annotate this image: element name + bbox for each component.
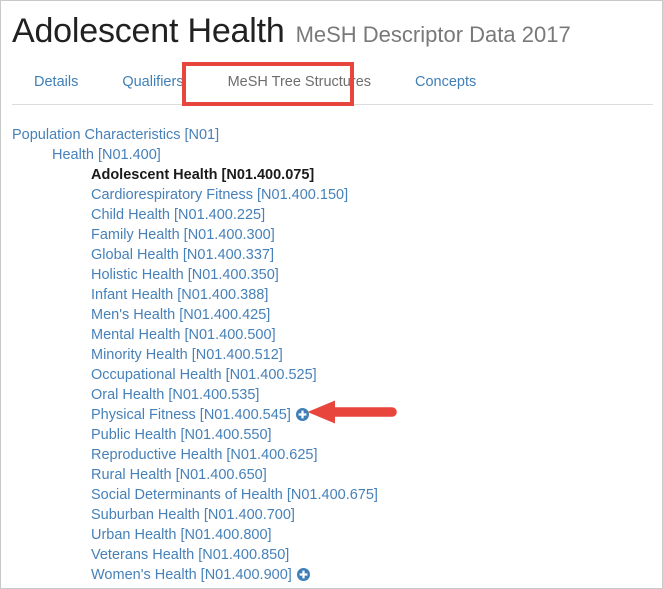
tree-item-label[interactable]: Reproductive Health [N01.400.625] xyxy=(91,447,318,463)
tree-item-label[interactable]: Infant Health [N01.400.388] xyxy=(91,287,268,303)
tree-item-current: Adolescent Health [N01.400.075] xyxy=(1,165,663,185)
tab-concepts[interactable]: Concepts xyxy=(393,65,498,101)
tree-item: Family Health [N01.400.300] xyxy=(1,225,663,245)
tree-item: Holistic Health [N01.400.350] xyxy=(1,265,663,285)
tree-item-label[interactable]: Public Health [N01.400.550] xyxy=(91,427,272,443)
tree-item-label[interactable]: Urban Health [N01.400.800] xyxy=(91,527,272,543)
tab-qualifiers[interactable]: Qualifiers xyxy=(100,65,205,101)
tree-item-label[interactable]: Global Health [N01.400.337] xyxy=(91,247,274,263)
tree-item: Oral Health [N01.400.535] xyxy=(1,385,663,405)
mesh-descriptor-page: Adolescent Health MeSH Descriptor Data 2… xyxy=(0,0,663,589)
tree-item: Cardiorespiratory Fitness [N01.400.150] xyxy=(1,185,663,205)
tree-item: Rural Health [N01.400.650] xyxy=(1,465,663,485)
tree-item-label[interactable]: Family Health [N01.400.300] xyxy=(91,227,275,243)
tree-item: Global Health [N01.400.337] xyxy=(1,245,663,265)
tree-item-label[interactable]: Rural Health [N01.400.650] xyxy=(91,467,267,483)
tree-item-label[interactable]: Child Health [N01.400.225] xyxy=(91,207,265,223)
tree-item: Occupational Health [N01.400.525] xyxy=(1,365,663,385)
tree-item-label[interactable]: Health [N01.400] xyxy=(52,147,161,163)
plus-circle-icon[interactable] xyxy=(296,408,309,421)
tree-item-label[interactable]: Women's Health [N01.400.900] xyxy=(91,567,292,583)
tree-item: Public Health [N01.400.550] xyxy=(1,425,663,445)
tab-bar-divider xyxy=(12,104,653,105)
page-header: Adolescent Health MeSH Descriptor Data 2… xyxy=(12,11,652,57)
tree-item-label[interactable]: Veterans Health [N01.400.850] xyxy=(91,547,289,563)
tree-item: Urban Health [N01.400.800] xyxy=(1,525,663,545)
tree-item-label: Adolescent Health [N01.400.075] xyxy=(91,167,314,183)
tree-item: Reproductive Health [N01.400.625] xyxy=(1,445,663,465)
tree-item: Infant Health [N01.400.388] xyxy=(1,285,663,305)
tree-item: Minority Health [N01.400.512] xyxy=(1,345,663,365)
tab-mesh-tree-structures[interactable]: MeSH Tree Structures xyxy=(206,65,393,101)
mesh-tree-structure-list: Population Characteristics [N01] Health [… xyxy=(1,125,663,585)
page-title: Adolescent Health xyxy=(12,11,285,51)
tree-item: Men's Health [N01.400.425] xyxy=(1,305,663,325)
tree-item: Mental Health [N01.400.500] xyxy=(1,325,663,345)
tree-item-label[interactable]: Men's Health [N01.400.425] xyxy=(91,307,270,323)
tree-item-label[interactable]: Physical Fitness [N01.400.545] xyxy=(91,407,291,423)
tree-item-label[interactable]: Social Determinants of Health [N01.400.6… xyxy=(91,487,378,503)
plus-circle-icon[interactable] xyxy=(297,568,310,581)
tree-item-label[interactable]: Oral Health [N01.400.535] xyxy=(91,387,259,403)
tree-item: Child Health [N01.400.225] xyxy=(1,205,663,225)
tree-item-label[interactable]: Minority Health [N01.400.512] xyxy=(91,347,283,363)
tree-item-label[interactable]: Cardiorespiratory Fitness [N01.400.150] xyxy=(91,187,348,203)
tree-item: Physical Fitness [N01.400.545] xyxy=(1,405,663,425)
tab-bar: DetailsQualifiersMeSH Tree StructuresCon… xyxy=(12,65,498,103)
tree-item: Social Determinants of Health [N01.400.6… xyxy=(1,485,663,505)
tree-item-label[interactable]: Holistic Health [N01.400.350] xyxy=(91,267,279,283)
tree-item-label[interactable]: Mental Health [N01.400.500] xyxy=(91,327,276,343)
tab-details[interactable]: Details xyxy=(12,65,100,101)
tree-item: Suburban Health [N01.400.700] xyxy=(1,505,663,525)
tree-item-label[interactable]: Occupational Health [N01.400.525] xyxy=(91,367,317,383)
tree-item-label[interactable]: Suburban Health [N01.400.700] xyxy=(91,507,295,523)
tree-item: Women's Health [N01.400.900] xyxy=(1,565,663,585)
tree-item: Population Characteristics [N01] xyxy=(1,125,663,145)
tree-item: Veterans Health [N01.400.850] xyxy=(1,545,663,565)
tree-item-label[interactable]: Population Characteristics [N01] xyxy=(12,127,219,143)
page-subtitle: MeSH Descriptor Data 2017 xyxy=(296,15,571,55)
tree-item: Health [N01.400] xyxy=(1,145,663,165)
